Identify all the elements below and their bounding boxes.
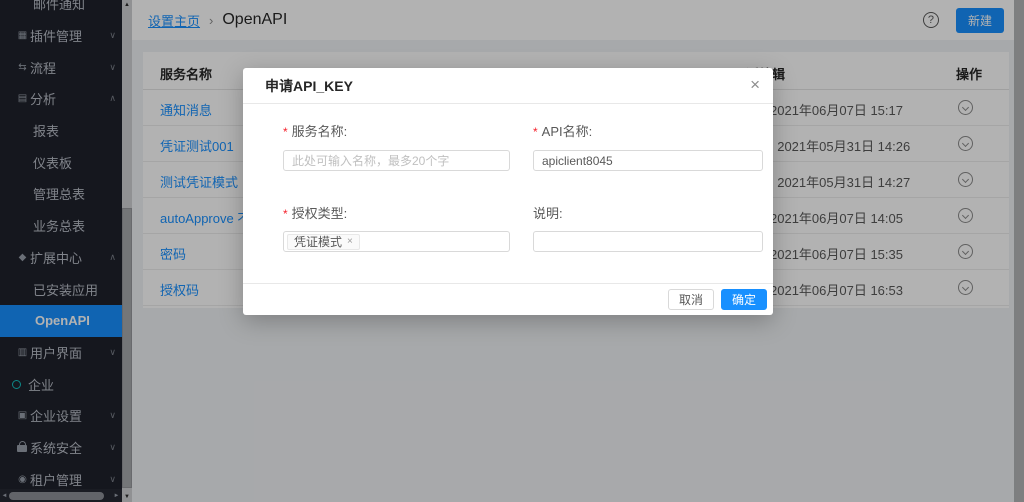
api-name-label: *API名称: (533, 121, 763, 140)
modal-body: *服务名称: *API名称: *授权类型: 说明: 凭证模式 × (243, 104, 773, 283)
close-icon[interactable]: × (750, 75, 760, 95)
required-asterisk: * (283, 125, 288, 139)
modal-title: 申请API_KEY (265, 76, 353, 96)
description-label: 说明: (533, 203, 763, 222)
required-asterisk: * (533, 125, 538, 139)
description-input[interactable] (533, 231, 763, 252)
confirm-button[interactable]: 确定 (721, 289, 767, 310)
auth-type-tag: 凭证模式 × (287, 234, 360, 250)
auth-type-label: *授权类型: (283, 203, 510, 222)
modal-header: 申请API_KEY × (243, 68, 773, 104)
api-name-input[interactable] (533, 150, 763, 171)
tag-remove-icon[interactable]: × (347, 236, 353, 247)
service-name-input[interactable] (283, 150, 510, 171)
cancel-button[interactable]: 取消 (668, 289, 714, 310)
auth-type-select[interactable]: 凭证模式 × (283, 231, 510, 252)
modal-footer: 取消 确定 (243, 283, 773, 315)
service-name-label: *服务名称: (283, 121, 510, 140)
apply-api-key-modal: 申请API_KEY × *服务名称: *API名称: *授权类型: 说明: 凭证… (243, 68, 773, 315)
required-asterisk: * (283, 207, 288, 221)
